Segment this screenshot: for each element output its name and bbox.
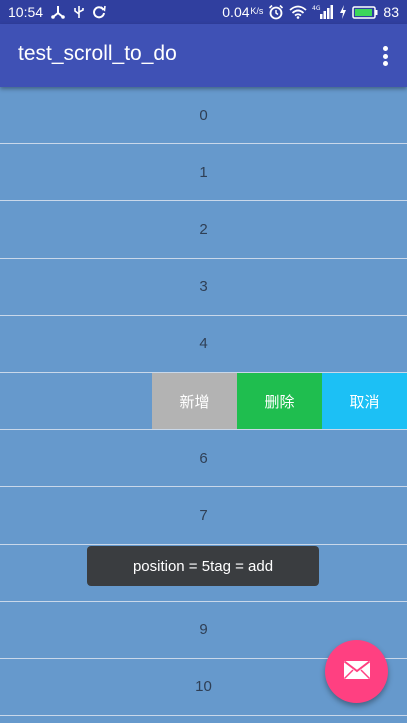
usb-tree-icon [50,5,66,19]
fab-button[interactable] [325,640,388,703]
item-list[interactable]: 0 1 2 3 4 新增 删除 取消 6 7 8 9 10 [0,87,407,717]
network-type-label: 4G [312,5,321,12]
list-item[interactable]: 7 [0,487,407,545]
list-item-label: 4 [199,335,208,353]
charging-icon [339,5,347,19]
network-speed: 0.04 K/s [222,4,264,20]
list-item-label: 0 [199,106,208,124]
list-item-swiped[interactable]: 新增 删除 取消 [0,373,407,431]
add-button[interactable]: 新增 [152,373,237,430]
list-item-label: 2 [199,220,208,238]
list-item[interactable]: 6 [0,430,407,488]
list-item[interactable]: 1 [0,144,407,202]
cancel-button[interactable]: 取消 [322,373,407,430]
swipe-actions: 新增 删除 取消 [152,373,407,430]
overflow-menu-icon[interactable] [381,46,389,66]
status-time: 10:54 [8,4,44,20]
alarm-icon [268,4,284,20]
sync-icon [92,5,106,19]
list-item-label: 6 [199,449,208,467]
list-item-label: 9 [199,621,208,639]
battery-level: 83 [383,4,399,20]
app-bar: test_scroll_to_do [0,24,407,87]
list-item-label: 7 [199,506,208,524]
list-item-label: 3 [199,278,208,296]
list-item-label: 10 [195,678,212,696]
toast-message: position = 5tag = add [87,546,319,586]
list-item-label: 1 [199,163,208,181]
status-bar: 10:54 0.04 K/s 4G 83 [0,0,407,24]
list-item[interactable]: 2 [0,201,407,259]
battery-icon [352,5,378,19]
list-item[interactable]: 4 [0,316,407,373]
wifi-icon [289,5,308,19]
app-title: test_scroll_to_do [18,42,177,65]
mail-icon [343,660,371,684]
usb-icon [73,5,85,19]
list-item[interactable]: 3 [0,259,407,316]
signal-icon: 4G [312,4,334,20]
delete-button[interactable]: 删除 [237,373,322,430]
list-item[interactable]: 0 [0,87,407,145]
